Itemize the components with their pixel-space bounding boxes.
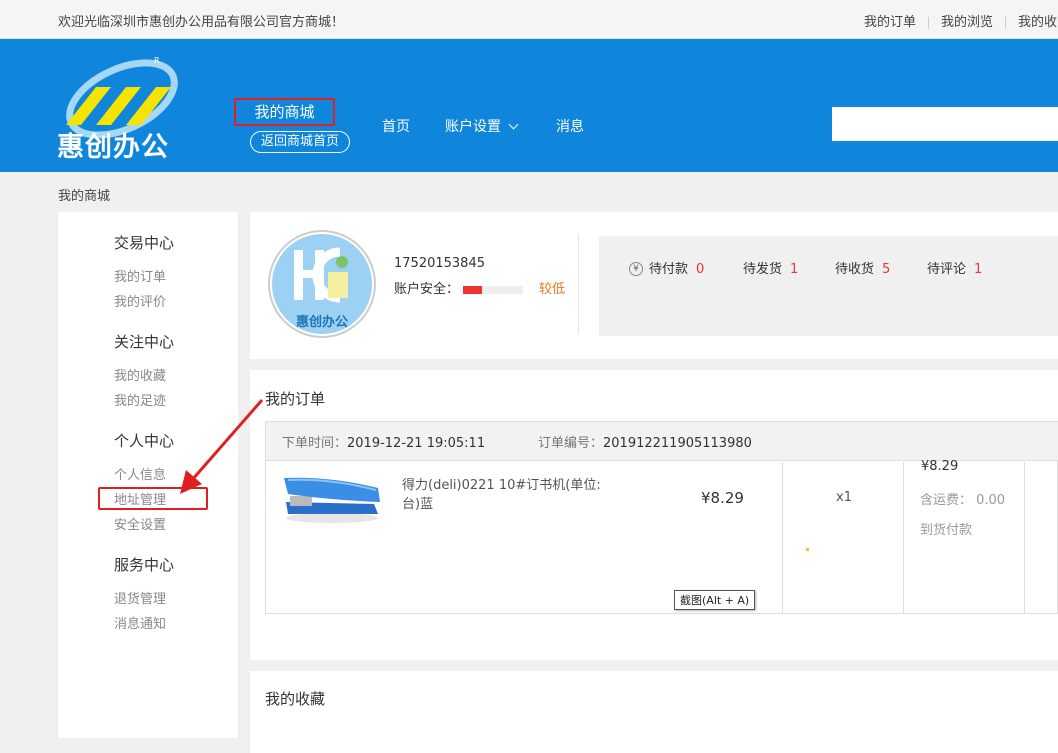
order-stats: ¥ 待付款 0 待发货 1 待收货 5 待评论 1 xyxy=(599,236,1058,336)
security-bar xyxy=(463,285,524,294)
sidebar-item-notifications[interactable]: 消息通知 xyxy=(114,613,166,632)
svg-text:R: R xyxy=(154,56,160,65)
column-divider xyxy=(782,462,783,614)
stat-label: 待发货 xyxy=(743,262,783,277)
product-price: ¥8.29 xyxy=(701,489,744,507)
order-number: 订单编号：201912211905113980 xyxy=(538,432,752,451)
nav-account-label: 账户设置 xyxy=(445,119,501,135)
search-input[interactable] xyxy=(832,107,1058,141)
sidebar-group-service: 服务中心 xyxy=(114,556,175,574)
product-quantity: x1 xyxy=(836,490,852,505)
top-link-my-favorites[interactable]: 我的收 xyxy=(1006,15,1058,30)
stat-pending-shipment[interactable]: 待发货 1 xyxy=(743,258,798,277)
sidebar-item-returns[interactable]: 退货管理 xyxy=(114,588,166,607)
welcome-text: 欢迎光临深圳市惠创办公用品有限公司官方商城！ xyxy=(58,15,345,30)
divider xyxy=(578,234,579,334)
stat-count: 1 xyxy=(974,262,983,277)
avatar[interactable]: 惠创办公 xyxy=(268,230,376,338)
sidebar: 交易中心 我的订单 我的评价 关注中心 我的收藏 我的足迹 个人中心 个人信息 … xyxy=(58,212,238,738)
profile-panel: 惠创办公 17520153845 账户安全： 较低 ¥ 待付款 0 待发货 1 待收货… xyxy=(250,212,1058,359)
nav-messages[interactable]: 消息 xyxy=(556,116,584,136)
order-number-value: 201912211905113980 xyxy=(603,436,752,451)
orders-title: 我的订单 xyxy=(265,390,326,408)
column-divider xyxy=(903,462,904,614)
security-row: 账户安全： xyxy=(394,278,524,297)
address-highlight-box xyxy=(98,487,208,510)
order-header: 下单时间：2019-12-21 19:05:11 订单编号：2019122119… xyxy=(266,422,1058,461)
top-links: 我的订单 我的浏览 我的收 xyxy=(852,11,1058,30)
user-phone: 17520153845 xyxy=(394,256,485,271)
hc-logo-icon: 惠创办公 xyxy=(272,234,372,334)
logo-text: 惠创办公 xyxy=(57,132,169,163)
sidebar-group-follow: 关注中心 xyxy=(114,333,175,351)
stat-label: 待收货 xyxy=(835,262,875,277)
order-number-label: 订单编号： xyxy=(538,436,604,451)
stat-pending-receipt[interactable]: 待收货 5 xyxy=(835,258,890,277)
top-link-my-browsing[interactable]: 我的浏览 xyxy=(929,15,1005,30)
sidebar-item-footprints[interactable]: 我的足迹 xyxy=(114,390,166,409)
stat-pending-review[interactable]: 待评论 1 xyxy=(927,258,982,277)
nav-account-settings[interactable]: 账户设置 xyxy=(445,116,519,136)
stat-pending-payment[interactable]: ¥ 待付款 0 xyxy=(629,258,704,277)
breadcrumb: 我的商城 xyxy=(58,189,111,204)
sidebar-item-my-orders[interactable]: 我的订单 xyxy=(114,266,166,285)
sidebar-item-security[interactable]: 安全设置 xyxy=(114,514,166,533)
order-total: ¥8.29 xyxy=(921,459,959,474)
stapler-product-image[interactable] xyxy=(280,468,384,526)
security-bar-fill xyxy=(463,285,483,294)
favorites-panel: 我的收藏 xyxy=(250,671,1058,753)
back-home-button[interactable]: 返回商城首页 xyxy=(250,131,350,153)
sidebar-item-favorites[interactable]: 我的收藏 xyxy=(114,365,166,384)
order-card: 下单时间：2019-12-21 19:05:11 订单编号：2019122119… xyxy=(265,421,1058,614)
sidebar-group-trade: 交易中心 xyxy=(114,234,175,252)
sidebar-item-personal-info[interactable]: 个人信息 xyxy=(114,464,166,483)
order-time: 下单时间：2019-12-21 19:05:11 xyxy=(282,432,485,451)
stat-label: 待评论 xyxy=(927,262,967,277)
stat-count: 1 xyxy=(790,262,799,277)
column-divider xyxy=(1024,462,1025,614)
shipping-fee: 含运费： 0.00 xyxy=(920,493,1006,508)
security-label: 账户安全： xyxy=(394,282,460,297)
product-name[interactable]: 得力(deli)0221 10#订书机(单位:台)蓝 xyxy=(402,476,612,514)
nav-home[interactable]: 首页 xyxy=(382,116,410,136)
stat-count: 0 xyxy=(696,262,705,277)
payment-method: 到货付款 xyxy=(920,523,973,538)
screenshot-tooltip: 截图(Alt + A) xyxy=(674,590,756,610)
orders-panel: 我的订单 下单时间：2019-12-21 19:05:11 订单编号：20191… xyxy=(250,370,1058,660)
site-header: R 惠创办公 我的商城 返回商城首页 首页 账户设置 消息 xyxy=(0,39,1058,172)
security-level: 较低 xyxy=(539,282,566,297)
order-time-value: 2019-12-21 19:05:11 xyxy=(347,436,486,451)
top-bar: 欢迎光临深圳市惠创办公用品有限公司官方商城！ 我的订单 我的浏览 我的收 xyxy=(0,0,1058,39)
stat-count: 5 xyxy=(882,262,891,277)
coin-icon: ¥ xyxy=(629,261,643,276)
sidebar-item-my-reviews[interactable]: 我的评价 xyxy=(114,291,166,310)
top-link-my-orders[interactable]: 我的订单 xyxy=(852,15,928,30)
favorites-title: 我的收藏 xyxy=(265,690,326,708)
sidebar-group-personal: 个人中心 xyxy=(114,432,175,450)
stat-label: 待付款 xyxy=(649,262,689,277)
chevron-down-icon xyxy=(508,119,519,130)
avatar-text: 惠创办公 xyxy=(296,314,348,330)
order-time-label: 下单时间： xyxy=(282,436,348,451)
my-mall-title[interactable]: 我的商城 xyxy=(234,98,335,126)
status-marker xyxy=(806,548,809,551)
